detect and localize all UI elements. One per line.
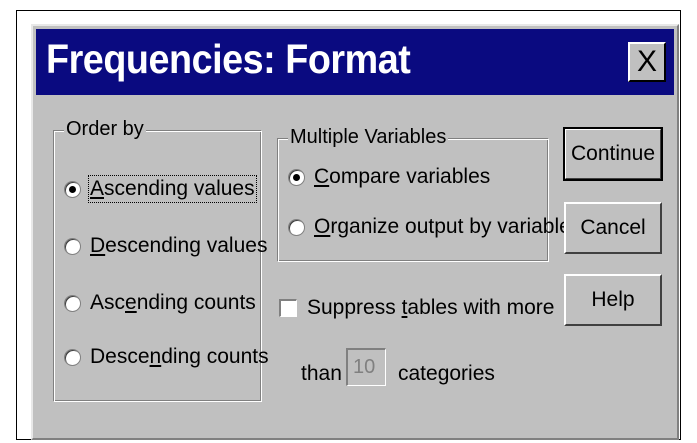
radio-descending-counts[interactable]: Descending counts [64, 345, 269, 369]
radio-label: Ascending values [88, 175, 257, 203]
close-icon: X [636, 45, 657, 78]
order-by-group: Order by Ascending values Descending val… [53, 118, 269, 402]
frequencies-format-dialog: Frequencies: Format X Order by Ascending… [31, 24, 679, 440]
radio-compare-variables[interactable]: Compare variables [288, 165, 490, 189]
radio-button-icon [64, 294, 81, 312]
radio-label: Organize output by variables [314, 215, 582, 238]
radio-button-icon [64, 348, 81, 366]
window-title: Frequencies: Format [46, 36, 411, 82]
radio-button-icon [64, 237, 81, 255]
title-bar[interactable]: Frequencies: Format X [36, 29, 674, 95]
than-label: than [301, 362, 342, 385]
radio-organize-output[interactable]: Organize output by variables [288, 215, 581, 239]
categories-label: categories [398, 362, 495, 385]
radio-label: Compare variables [314, 165, 491, 188]
help-button[interactable]: Help [564, 274, 662, 326]
multiple-variables-legend: Multiple Variables [288, 126, 449, 149]
max-categories-input[interactable]: 10 [346, 348, 386, 386]
radio-label: Descending values [90, 234, 268, 257]
multiple-variables-group: Multiple Variables Compare variables Org… [277, 126, 581, 262]
close-button[interactable]: X [628, 42, 666, 82]
cancel-button[interactable]: Cancel [564, 202, 662, 254]
radio-button-icon [64, 180, 81, 198]
order-by-legend: Order by [64, 118, 146, 141]
radio-label: Descending counts [90, 345, 269, 368]
radio-label: Ascending counts [90, 291, 256, 314]
continue-button[interactable]: Continue [563, 127, 663, 181]
radio-ascending-values[interactable]: Ascending values [64, 175, 257, 203]
suppress-tables-checkbox[interactable]: Suppress tables with more [279, 296, 554, 320]
radio-descending-values[interactable]: Descending values [64, 234, 267, 258]
radio-button-icon [288, 168, 305, 186]
radio-ascending-counts[interactable]: Ascending counts [64, 291, 256, 315]
radio-button-icon [288, 218, 305, 236]
checkbox-label: Suppress tables with more [307, 296, 555, 319]
checkbox-icon [279, 299, 297, 317]
